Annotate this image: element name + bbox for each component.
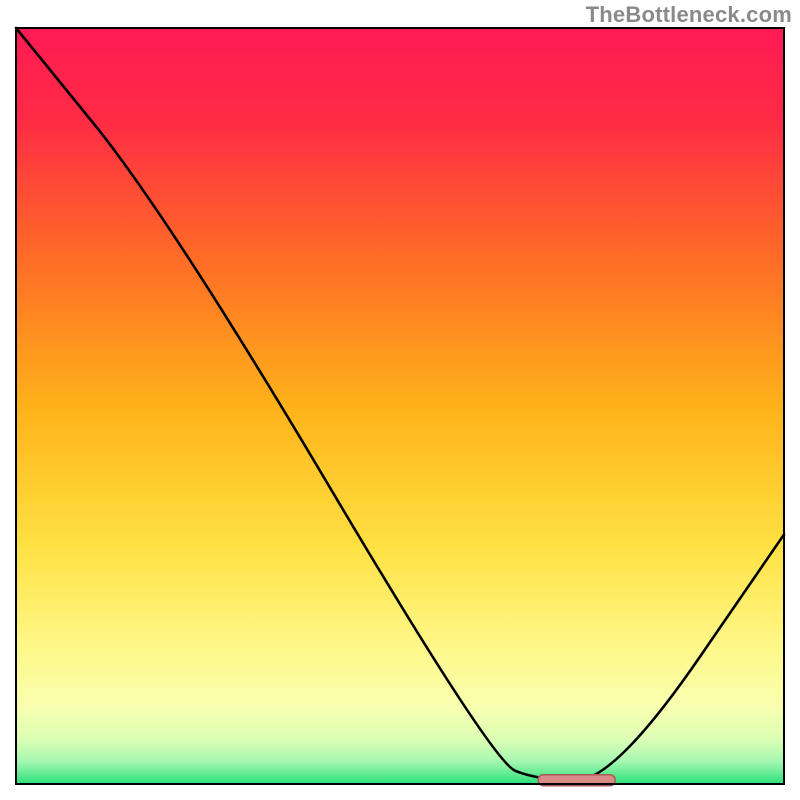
chart-container: TheBottleneck.com — [0, 0, 800, 800]
plot-area — [16, 28, 784, 786]
chart-svg — [0, 0, 800, 800]
watermark-text: TheBottleneck.com — [586, 2, 792, 28]
plot-background — [16, 28, 784, 784]
